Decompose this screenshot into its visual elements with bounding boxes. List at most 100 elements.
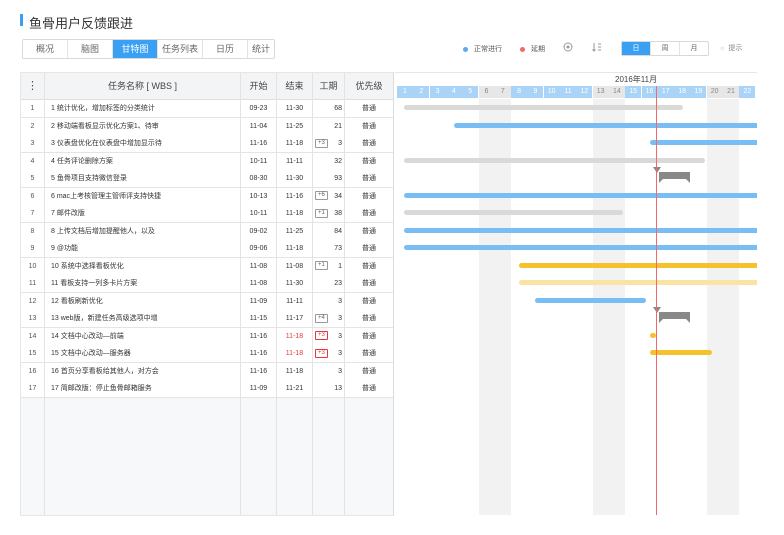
row-number: 11 [28,280,37,287]
target-icon[interactable] [563,42,573,52]
row-number: 8 [30,227,35,235]
task-duration: 21 [334,122,342,130]
task-name[interactable]: 4 任务评论删除方案 [51,153,237,170]
sort-icon[interactable] [592,42,602,52]
task-bar[interactable] [649,332,656,338]
day-header: 4 [445,86,463,98]
milestone-marker[interactable] [659,172,690,183]
col-divider [312,73,313,515]
header-end[interactable]: 结束 [277,73,313,99]
table-row[interactable]: 13 13 web版，新建任务高级选项中增 11-15 11-17 +4 3 普通 [21,310,393,328]
table-row[interactable]: 10 10 系统中选择看板优化 11-08 11-08 +1 1 普通 [21,257,393,276]
header-priority[interactable]: 优先级 [345,73,393,99]
tab-3[interactable]: 任务列表 [158,40,203,58]
task-bar[interactable] [404,227,757,233]
task-name[interactable]: 3 仪表盘优化在仪表盘中增加显示待 [51,135,237,152]
task-name[interactable]: 5 鱼骨项目支持微信登录 [51,170,237,187]
task-bar[interactable] [519,262,757,268]
hint-label: 提示 [728,45,743,52]
gantt-month-label: 2016年11月 [615,75,658,84]
task-name[interactable]: 12 看板刷新优化 [51,293,237,310]
table-row[interactable]: 17 17 简邮改版：停止鱼骨邮箱服务 11-09 11-21 13 普通 [21,380,393,398]
task-priority: 普通 [362,332,376,340]
scale-button-1[interactable]: 周 [651,42,680,55]
task-priority: 普通 [362,315,376,322]
task-name[interactable]: 1 统计优化，增加标签的分类统计 [51,100,237,117]
task-bar[interactable] [404,245,757,250]
legend-delay-dot [520,46,525,52]
task-name[interactable]: 10 系统中选择看板优化 [51,258,237,275]
day-header: 12 [576,86,594,98]
task-bar[interactable] [404,157,705,163]
table-row[interactable]: 33 仪表盘优化在仪表盘中增加显示待 11-16 11-18 +3 3 普通 [21,135,393,153]
table-row[interactable]: 16 16 首页分享看板给其他人，对方会 11-16 11-18 3 普通 [21,362,393,381]
task-name[interactable]: 9 @功能 [51,240,237,257]
tab-5[interactable]: 统计 [248,40,274,58]
task-name[interactable]: 17 简邮改版：停止鱼骨邮箱服务 [51,380,237,397]
task-start: 08-30 [249,175,268,182]
scale-button-2[interactable]: 月 [680,42,708,55]
day-header: 14 [608,86,626,98]
header-duration[interactable]: 工期 [313,73,345,99]
hint-button[interactable]: ☼ 提示 [719,43,742,53]
task-priority: 普通 [362,157,376,165]
tab-2[interactable]: 甘特图 [113,40,158,58]
scale-button-0[interactable]: 日 [622,42,651,55]
task-end: 11-08 [285,262,304,270]
task-name[interactable]: 8 上传文档后增加提醒他人，以及 [51,223,237,240]
task-name[interactable]: 6 mac上考核管理主管师评支持快捷 [51,188,237,205]
table-row[interactable]: 66 mac上考核管理主管师评支持快捷 10-13 11-16 +6 34 普通 [21,187,393,206]
table-row[interactable]: 8 8 上传文档后增加提醒他人，以及 09-02 11-25 84 普通 [21,222,393,241]
table-row[interactable]: 12 12 看板刷新优化 11-09 11-11 3 普通 [21,292,393,311]
col-divider [240,73,241,515]
task-duration: 3 [338,315,342,322]
grid-menu-icon[interactable]: ⋮ [21,73,45,99]
task-priority: 普通 [362,175,376,182]
task-duration: 38 [334,210,342,217]
task-name[interactable]: 15 文档中心改动—服务器 [51,345,237,362]
table-row[interactable]: 14 14 文档中心改动—前端 11-16 11-18 +3 3 普通 [21,327,393,346]
row-number: 13 [28,315,37,322]
table-row[interactable]: 4 4 任务评论删除方案 10-11 11-11 32 普通 [21,152,393,171]
task-name[interactable]: 7 邮件改版 [51,205,237,222]
task-bar[interactable] [404,192,757,198]
day-header: 2 [413,86,431,98]
task-bar[interactable] [535,297,646,303]
task-start: 11-08 [249,262,268,270]
task-name[interactable]: 11 看板支持一列多卡片方案 [51,275,237,292]
table-row[interactable]: 2 2 移动端看板显示优化方案1、待审 11-04 11-25 21 普通 [21,117,393,136]
task-end: 11-25 [285,122,304,130]
task-duration: 3 [338,332,342,340]
table-row[interactable]: 11 11 看板支持一列多卡片方案 11-08 11-30 23 普通 [21,275,393,293]
tab-1[interactable]: 脑图 [68,40,113,58]
task-name[interactable]: 14 文档中心改动—前端 [51,328,237,345]
table-row[interactable]: 5 5 鱼骨项目支持微信登录 08-30 11-30 93 普通 [21,170,393,188]
tab-4[interactable]: 日历 [203,40,248,58]
task-bar[interactable] [404,210,623,215]
table-row[interactable]: 77 邮件改版 10-11 11-18 +1 38 普通 [21,205,393,223]
task-end: 11-21 [285,385,304,392]
table-row[interactable]: 9 9 @功能 09-06 11-18 73 普通 [21,240,393,258]
task-bar[interactable] [453,122,757,128]
task-end: 11-18 [285,245,304,252]
table-row[interactable]: 15 15 文档中心改动—服务器 11-16 11-18 +3 3 普通 [21,345,393,363]
task-bar[interactable] [519,280,757,285]
header-task-name[interactable]: 任务名称 [ WBS ] [45,73,241,99]
milestone-marker[interactable] [659,312,690,323]
day-header: 22 [739,86,757,98]
task-bar[interactable] [404,105,683,110]
header-start[interactable]: 开始 [241,73,277,99]
task-name[interactable]: 13 web版，新建任务高级选项中增 [51,310,237,327]
task-duration: 3 [338,350,342,357]
task-name[interactable]: 16 首页分享看板给其他人，对方会 [51,363,237,380]
task-name[interactable]: 2 移动端看板显示优化方案1、待审 [51,118,237,135]
task-duration: 68 [334,105,342,112]
tab-0[interactable]: 概况 [23,40,68,58]
task-bar[interactable] [649,350,712,355]
task-start: 09-02 [249,227,268,235]
weekend-column [706,99,723,515]
task-priority: 普通 [362,140,376,147]
task-end: 11-11 [286,297,303,305]
table-row[interactable]: 1 1 统计优化，增加标签的分类统计 09-23 11-30 68 普通 [21,100,393,118]
task-duration: 32 [334,157,342,165]
